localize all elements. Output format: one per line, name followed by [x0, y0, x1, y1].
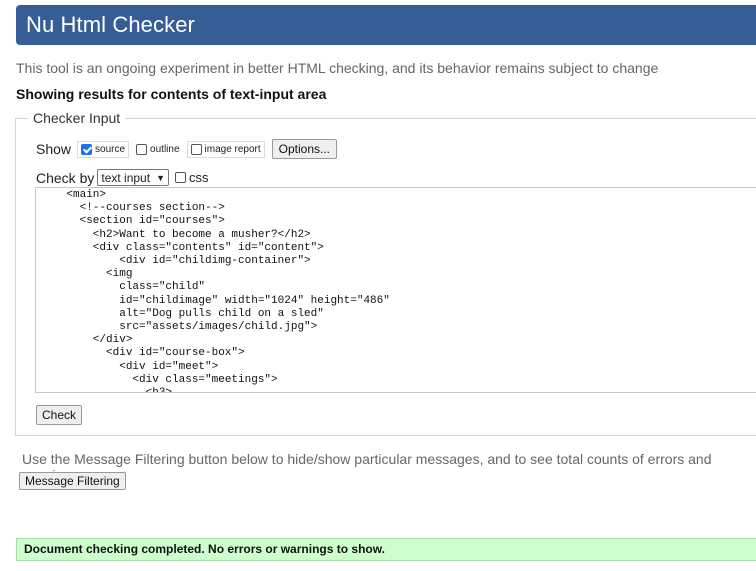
results-heading: Showing results for contents of text-inp…	[16, 86, 327, 102]
source-line: <div id="meet">	[40, 360, 219, 373]
source-code: <main> <!--courses section--> <section i…	[40, 189, 756, 392]
source-line: <div id="course-box">	[40, 347, 245, 360]
show-label: Show	[36, 141, 72, 157]
page-title: Nu Html Checker	[26, 12, 195, 37]
app-header: Nu Html Checker	[16, 5, 756, 45]
outline-checkbox[interactable]	[136, 143, 148, 155]
source-textarea[interactable]: <main> <!--courses section--> <section i…	[35, 187, 756, 393]
source-line: alt="Dog pulls child on a sled"	[40, 307, 324, 320]
source-line: <section id="courses">	[40, 215, 225, 228]
check-button[interactable]: Check	[36, 405, 83, 425]
css-checkbox[interactable]	[174, 172, 186, 183]
image-report-option[interactable]: image report	[186, 140, 265, 158]
check-by-label: Check by	[36, 169, 95, 186]
status-message: Document checking completed. No errors o…	[16, 538, 756, 561]
source-checkbox[interactable]	[81, 143, 93, 155]
source-option[interactable]: source	[77, 140, 130, 158]
check-by-value: text input	[101, 170, 151, 185]
source-line: class="child"	[40, 281, 206, 294]
source-line: <div id="childimg-container">	[40, 255, 311, 268]
options-button[interactable]: Options...	[271, 139, 338, 159]
source-line: src="assets/images/child.jpg">	[40, 321, 318, 334]
message-filtering-text: Use the Message Filtering button below t…	[22, 451, 712, 483]
image-report-checkbox[interactable]	[190, 143, 202, 155]
source-line: <main>	[40, 189, 107, 201]
chevron-down-icon: ▼	[156, 172, 165, 183]
css-label: css	[188, 170, 209, 185]
source-line: </div>	[40, 334, 133, 347]
source-line: <div class="meetings">	[40, 373, 278, 386]
checker-input-legend: Checker Input	[28, 110, 126, 126]
outline-option[interactable]: outline	[133, 141, 182, 158]
source-line: id="childimage" width="1024" height="486…	[40, 294, 390, 307]
source-line: <h2>Want to become a musher?</h2>	[40, 228, 311, 241]
outline-option-label: outline	[150, 143, 180, 155]
check-by-select[interactable]: text input ▼	[97, 169, 169, 186]
image-report-option-label: image report	[204, 143, 261, 155]
message-filtering-button[interactable]: Message Filtering	[19, 472, 126, 490]
check-by-row: Check by text input ▼ css	[36, 169, 208, 186]
source-option-label: source	[95, 143, 126, 155]
source-line: <img	[40, 268, 133, 281]
source-line: <div class="contents" id="content">	[40, 241, 324, 254]
source-line: <!--courses section-->	[40, 202, 225, 215]
intro-text: This tool is an ongoing experiment in be…	[16, 60, 659, 76]
show-options-row: Show source outline image report Options…	[36, 139, 338, 159]
source-line: <h3>	[40, 387, 756, 392]
